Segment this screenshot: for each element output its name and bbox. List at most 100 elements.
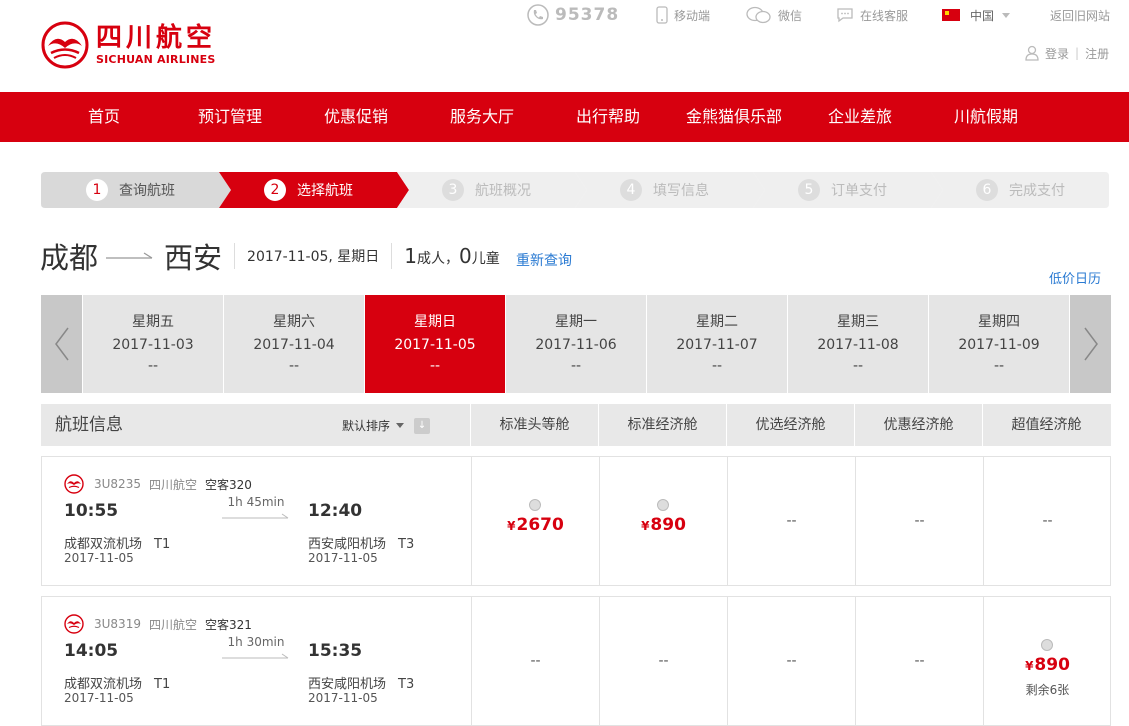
step-label: 选择航班 bbox=[297, 183, 353, 199]
arrival-date: 2017-11-05 bbox=[308, 551, 378, 565]
date-price: -- bbox=[147, 358, 159, 374]
date-weekday: 星期二 bbox=[696, 314, 738, 330]
column-discount-economy: 优惠经济舱 bbox=[854, 404, 982, 446]
airline-logo-icon bbox=[64, 474, 84, 494]
departure-date: 2017-11-05 bbox=[64, 691, 134, 705]
low-price-calendar-link[interactable]: 低价日历 bbox=[1049, 268, 1101, 287]
nav-item-holidays[interactable]: 川航假期 bbox=[954, 92, 1018, 142]
online-service-link[interactable]: 在线客服 bbox=[836, 4, 908, 26]
date-weekday: 星期三 bbox=[837, 314, 879, 330]
date-option[interactable]: 星期一 2017-11-06 -- bbox=[506, 295, 646, 393]
fare-cell-first-class: -- bbox=[471, 597, 599, 725]
prev-dates-button[interactable] bbox=[41, 295, 82, 393]
login-link[interactable]: 登录 bbox=[1045, 45, 1069, 62]
fare-unavailable: -- bbox=[786, 513, 797, 529]
region-selector[interactable]: 中国 bbox=[942, 4, 1011, 26]
fare-cell-preferred-economy: -- bbox=[727, 597, 855, 725]
old-site-link[interactable]: 返回旧网站 bbox=[1050, 4, 1110, 26]
airport-name: 成都双流机场 bbox=[64, 677, 143, 692]
step-number: 5 bbox=[798, 179, 820, 201]
sort-dropdown[interactable]: 默认排序 ↓ bbox=[342, 417, 431, 434]
date-option-selected[interactable]: 星期日 2017-11-05 -- bbox=[365, 295, 505, 393]
sort-order-icon[interactable]: ↓ bbox=[414, 417, 431, 434]
mobile-link[interactable]: 移动端 bbox=[656, 4, 710, 26]
user-icon bbox=[1025, 45, 1039, 61]
date-option[interactable]: 星期三 2017-11-08 -- bbox=[788, 295, 928, 393]
fare-unavailable: -- bbox=[530, 653, 541, 669]
terminal: T3 bbox=[398, 677, 415, 692]
aircraft-type: 空客320 bbox=[204, 477, 252, 492]
logo-bird-icon bbox=[41, 21, 89, 69]
nav-item-travel-help[interactable]: 出行帮助 bbox=[576, 92, 640, 142]
child-label: 儿童 bbox=[471, 251, 500, 267]
nav-item-home[interactable]: 首页 bbox=[88, 92, 120, 142]
date-weekday: 星期五 bbox=[132, 314, 174, 330]
fare-cell-standard-economy: -- bbox=[599, 597, 727, 725]
currency-symbol: ¥ bbox=[507, 519, 516, 533]
fare-cell-preferred-economy: -- bbox=[727, 457, 855, 585]
arrival-airport: 西安咸阳机场 T3 bbox=[308, 673, 414, 692]
sort-label: 默认排序 bbox=[342, 419, 391, 433]
fare-radio[interactable] bbox=[1041, 639, 1053, 651]
nav-item-service-hall[interactable]: 服务大厅 bbox=[450, 92, 514, 142]
airline-logo-icon bbox=[64, 614, 84, 634]
route-arrow-icon bbox=[106, 252, 153, 259]
column-first-class: 标准头等舱 bbox=[470, 404, 598, 446]
flight-table-header: 航班信息 默认排序 ↓ 标准头等舱 标准经济舱 优选经济舱 优惠经济舱 超值经济… bbox=[41, 404, 1111, 446]
fare-cell-first-class[interactable]: ¥2670 bbox=[471, 457, 599, 585]
hotline-link[interactable]: 95378 bbox=[527, 4, 619, 26]
step-number: 3 bbox=[442, 179, 464, 201]
divider bbox=[391, 243, 393, 269]
fare-unavailable: -- bbox=[1042, 513, 1053, 529]
register-link[interactable]: 注册 bbox=[1085, 45, 1109, 62]
date-value: 2017-11-06 bbox=[535, 337, 617, 353]
currency-symbol: ¥ bbox=[641, 519, 650, 533]
online-service-label: 在线客服 bbox=[860, 8, 909, 23]
fare-radio[interactable] bbox=[657, 499, 669, 511]
main-nav: 首页 预订管理 优惠促销 服务大厅 出行帮助 金熊猫俱乐部 企业差旅 川航假期 bbox=[0, 92, 1129, 142]
date-option[interactable]: 星期四 2017-11-09 -- bbox=[929, 295, 1069, 393]
price-value: 2670 bbox=[516, 515, 564, 535]
date-option[interactable]: 星期二 2017-11-07 -- bbox=[647, 295, 787, 393]
booking-progress-steps: 1 查询航班 2 选择航班 3 航班概况 4 填写信息 5 订单支付 6 完成支… bbox=[41, 172, 1109, 208]
brand-name-en: SICHUAN AIRLINES bbox=[96, 53, 216, 66]
step-number: 2 bbox=[264, 179, 286, 201]
region-label: 中国 bbox=[970, 8, 995, 23]
nav-item-booking-management[interactable]: 预订管理 bbox=[198, 92, 262, 142]
step-3: 3 航班概况 bbox=[397, 172, 587, 208]
currency-symbol: ¥ bbox=[1025, 659, 1034, 673]
origin-city: 成都 bbox=[40, 241, 99, 275]
flight-number: 3U8235 bbox=[94, 477, 141, 491]
nav-item-promotions[interactable]: 优惠促销 bbox=[324, 92, 388, 142]
flight-airline-info: 3U8235 四川航空 空客320 bbox=[64, 474, 252, 494]
fare-radio[interactable] bbox=[529, 499, 541, 511]
nav-item-business-travel[interactable]: 企业差旅 bbox=[828, 92, 892, 142]
date-value: 2017-11-04 bbox=[253, 337, 335, 353]
nav-item-golden-panda-club[interactable]: 金熊猫俱乐部 bbox=[686, 92, 782, 142]
divider: | bbox=[1075, 46, 1080, 60]
step-number: 1 bbox=[86, 179, 108, 201]
mobile-phone-icon bbox=[656, 6, 668, 24]
date-option[interactable]: 星期六 2017-11-04 -- bbox=[224, 295, 364, 393]
sichuan-airlines-logo[interactable]: 四川航空 SICHUAN AIRLINES bbox=[40, 20, 230, 70]
date-option[interactable]: 星期五 2017-11-03 -- bbox=[83, 295, 223, 393]
flight-airline-info: 3U8319 四川航空 空客321 bbox=[64, 614, 252, 634]
arrival-date: 2017-11-05 bbox=[308, 691, 378, 705]
brand-name-cn: 四川航空 bbox=[96, 23, 217, 53]
requery-link[interactable]: 重新查询 bbox=[516, 250, 572, 270]
price-value: 890 bbox=[650, 515, 686, 535]
chevron-right-icon bbox=[1083, 327, 1098, 361]
step-6: 6 完成支付 bbox=[931, 172, 1109, 208]
date-price: -- bbox=[711, 358, 723, 374]
fare-cell-standard-economy[interactable]: ¥890 bbox=[599, 457, 727, 585]
fare-cell-super-value-economy[interactable]: ¥890 剩余6张 bbox=[983, 597, 1111, 725]
seats-remaining: 剩余6张 bbox=[1025, 683, 1070, 697]
step-label: 航班概况 bbox=[475, 183, 531, 199]
airline-name: 四川航空 bbox=[148, 477, 197, 492]
flight-info: 3U8319 四川航空 空客321 14:05 1h 30min 15:35 成… bbox=[42, 597, 471, 725]
fare-price: ¥890 bbox=[984, 655, 1111, 675]
duration-arrow-icon bbox=[222, 513, 289, 519]
wechat-link[interactable]: 微信 bbox=[746, 4, 802, 26]
next-dates-button[interactable] bbox=[1070, 295, 1111, 393]
departure-time: 10:55 bbox=[64, 501, 119, 521]
